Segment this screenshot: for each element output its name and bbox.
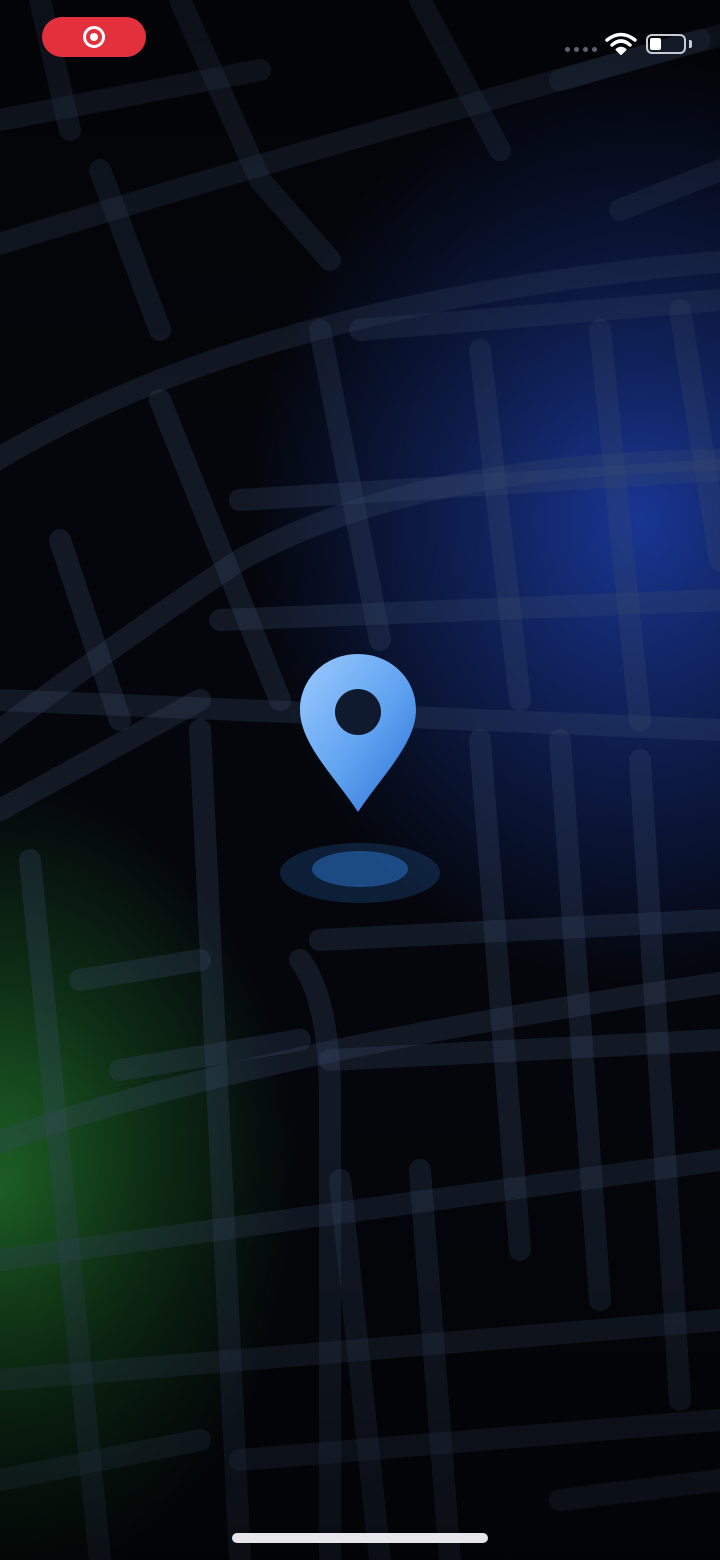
cellular-signal-icon <box>565 47 597 52</box>
battery-tip <box>689 40 692 48</box>
home-indicator-bar[interactable] <box>232 1533 488 1543</box>
battery-level <box>650 38 662 50</box>
battery-icon <box>646 34 686 54</box>
screen-recording-icon <box>83 26 105 48</box>
location-pin-icon <box>300 654 416 812</box>
screen-recording-indicator[interactable] <box>42 17 146 57</box>
wifi-icon <box>605 32 637 55</box>
splash-screen <box>0 0 720 1560</box>
pin-ground-shadow <box>280 843 440 903</box>
